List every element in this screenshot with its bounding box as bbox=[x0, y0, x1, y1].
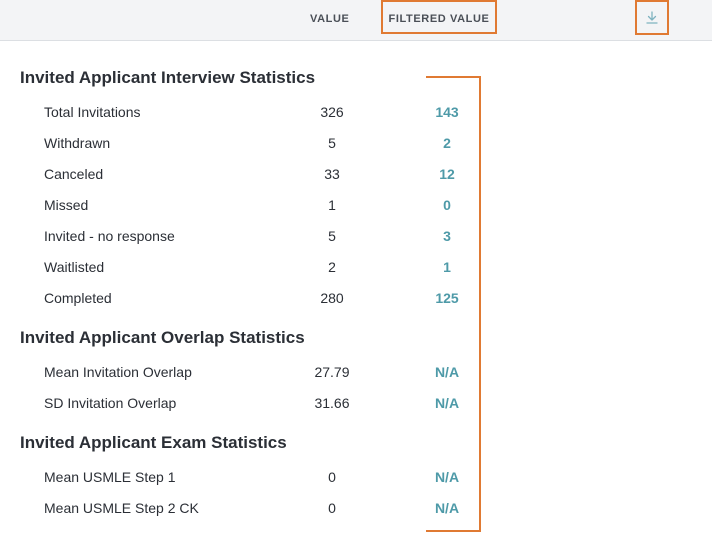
stat-filtered-value: N/A bbox=[434, 500, 460, 516]
stat-label: Invited - no response bbox=[44, 228, 175, 244]
download-icon bbox=[646, 11, 658, 24]
stat-filtered-value: N/A bbox=[434, 395, 460, 411]
stat-value: 0 bbox=[328, 469, 336, 485]
stat-value: 33 bbox=[324, 166, 340, 182]
stat-row-mean-usmle-step-1: Mean USMLE Step 1 0 N/A bbox=[0, 469, 712, 493]
stat-value: 280 bbox=[320, 290, 344, 306]
stat-row-completed: Completed 280 125 bbox=[0, 290, 712, 314]
table-header: VALUE FILTERED VALUE bbox=[0, 0, 712, 41]
stat-filtered-value: 3 bbox=[443, 228, 451, 244]
stat-value: 5 bbox=[328, 135, 336, 151]
stat-label: Withdrawn bbox=[44, 135, 111, 151]
stat-row-withdrawn: Withdrawn 5 2 bbox=[0, 135, 712, 159]
section-title-overlap-statistics: Invited Applicant Overlap Statistics bbox=[20, 328, 305, 347]
stat-row-total-invitations: Total Invitations 326 143 bbox=[0, 104, 712, 128]
stat-row-canceled: Canceled 33 12 bbox=[0, 166, 712, 190]
stat-label: Completed bbox=[44, 290, 112, 306]
stat-filtered-value: N/A bbox=[434, 364, 460, 380]
stat-filtered-value: 143 bbox=[435, 104, 459, 120]
stat-filtered-value: 2 bbox=[443, 135, 451, 151]
stat-label: Waitlisted bbox=[44, 259, 105, 275]
stat-label: SD Invitation Overlap bbox=[44, 395, 177, 411]
stat-row-mean-invitation-overlap: Mean Invitation Overlap 27.79 N/A bbox=[0, 364, 712, 388]
download-button[interactable] bbox=[635, 0, 669, 35]
stat-filtered-value: 1 bbox=[443, 259, 451, 275]
filtered-value-column-header: FILTERED VALUE bbox=[381, 0, 497, 34]
stat-label: Mean Invitation Overlap bbox=[44, 364, 192, 380]
stat-row-waitlisted: Waitlisted 2 1 bbox=[0, 259, 712, 283]
stat-row-sd-invitation-overlap: SD Invitation Overlap 31.66 N/A bbox=[0, 395, 712, 419]
stat-label: Missed bbox=[44, 197, 89, 213]
stat-filtered-value: N/A bbox=[434, 469, 460, 485]
stat-filtered-value: 12 bbox=[439, 166, 455, 182]
stat-value: 31.66 bbox=[314, 395, 350, 411]
stat-value: 5 bbox=[328, 228, 336, 244]
section-title-exam-statistics: Invited Applicant Exam Statistics bbox=[20, 433, 287, 452]
stat-label: Mean USMLE Step 2 CK bbox=[44, 500, 199, 516]
stat-filtered-value: 125 bbox=[435, 290, 459, 306]
stat-label: Mean USMLE Step 1 bbox=[44, 469, 176, 485]
stat-value: 1 bbox=[328, 197, 336, 213]
section-title-interview-statistics: Invited Applicant Interview Statistics bbox=[20, 68, 316, 87]
stat-value: 326 bbox=[320, 104, 344, 120]
stat-row-invited-no-response: Invited - no response 5 3 bbox=[0, 228, 712, 252]
stat-filtered-value: 0 bbox=[443, 197, 451, 213]
value-column-header: VALUE bbox=[310, 13, 350, 25]
stat-row-mean-usmle-step-2-ck: Mean USMLE Step 2 CK 0 N/A bbox=[0, 500, 712, 524]
stat-label: Canceled bbox=[44, 166, 104, 182]
stat-value: 27.79 bbox=[314, 364, 350, 380]
stat-value: 0 bbox=[328, 500, 336, 516]
stat-label: Total Invitations bbox=[44, 104, 141, 120]
stat-row-missed: Missed 1 0 bbox=[0, 197, 712, 221]
stat-value: 2 bbox=[328, 259, 336, 275]
